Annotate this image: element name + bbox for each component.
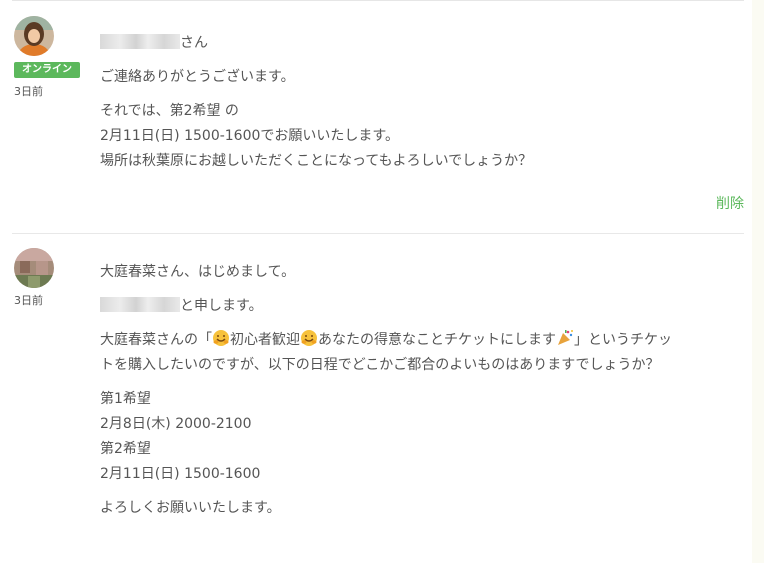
user-photo-icon xyxy=(14,248,54,288)
message-line: それでは、第2希望 の xyxy=(100,103,239,119)
message-item: 3日前 大庭春菜さん、はじめまして。 と申します。 大庭春菜さんの「 初心者歓迎 あ… xyxy=(12,234,744,563)
schedule-line: 2月8日(木) 2000-2100 xyxy=(100,416,252,432)
message-body: 大庭春菜さん、はじめまして。 と申します。 大庭春菜さんの「 初心者歓迎 あなたの得… xyxy=(100,260,740,530)
greeting-line: さん xyxy=(100,31,740,56)
redacted-name xyxy=(100,297,180,312)
message-line: 大庭春菜さんの「 初心者歓迎 あなたの得意なことチケットにします 」というチケッ xyxy=(100,328,740,353)
message-paragraph: ご連絡ありがとうございます。 xyxy=(100,69,295,85)
message-timestamp: 3日前 xyxy=(14,294,43,307)
message-timestamp: 3日前 xyxy=(14,85,43,98)
text-segment: 初心者歓迎 xyxy=(230,332,300,348)
message-line: 2月11日(日) 1500-1600でお願いいたします。 xyxy=(100,128,400,144)
text-segment: 」というチケッ xyxy=(574,332,672,348)
greeting-suffix: さん xyxy=(180,35,208,51)
delete-link[interactable]: 削除 xyxy=(716,193,744,213)
message-paragraph: 大庭春菜さん、はじめまして。 xyxy=(100,264,296,280)
text-segment: 大庭春菜さんの「 xyxy=(100,332,212,348)
message-line: 場所は秋葉原にお越しいただくことになってもよろしいでしょうか？ xyxy=(100,153,533,169)
text-segment: あなたの得意なことチケットにします xyxy=(318,332,556,348)
smiling-hugging-emoji-icon xyxy=(301,330,317,346)
avatar[interactable] xyxy=(14,16,54,56)
message-paragraph: それでは、第2希望 の 2月11日(日) 1500-1600でお願いいたします。… xyxy=(100,99,740,174)
closing-line: よろしくお願いいたします。 xyxy=(100,500,281,516)
user-photo-icon xyxy=(14,16,54,56)
message-line: トを購入したいのですが、以下の日程でどこかご都合のよいものはありますでしょうか？ xyxy=(100,357,660,373)
schedule-block: 第1希望 2月8日(木) 2000-2100 第2希望 2月11日(日) 150… xyxy=(100,387,740,487)
schedule-line: 第1希望 xyxy=(100,391,151,407)
message-paragraph: 大庭春菜さんの「 初心者歓迎 あなたの得意なことチケットにします 」というチケッ トを… xyxy=(100,328,740,378)
message-item: オンライン 3日前 さん ご連絡ありがとうございます。 それでは、第2希望 の … xyxy=(12,1,744,234)
intro-line: と申します。 xyxy=(100,294,740,319)
page-right-strip xyxy=(752,0,764,563)
message-body: さん ご連絡ありがとうございます。 それでは、第2希望 の 2月11日(日) 1… xyxy=(100,31,740,183)
redacted-name xyxy=(100,34,180,49)
avatar[interactable] xyxy=(14,248,54,288)
schedule-line: 2月11日(日) 1500-1600 xyxy=(100,466,261,482)
intro-suffix: と申します。 xyxy=(180,298,263,314)
online-status-badge: オンライン xyxy=(14,62,80,78)
schedule-line: 第2希望 xyxy=(100,441,151,457)
party-popper-emoji-icon xyxy=(558,330,573,345)
smiling-hugging-emoji-icon xyxy=(213,330,229,346)
